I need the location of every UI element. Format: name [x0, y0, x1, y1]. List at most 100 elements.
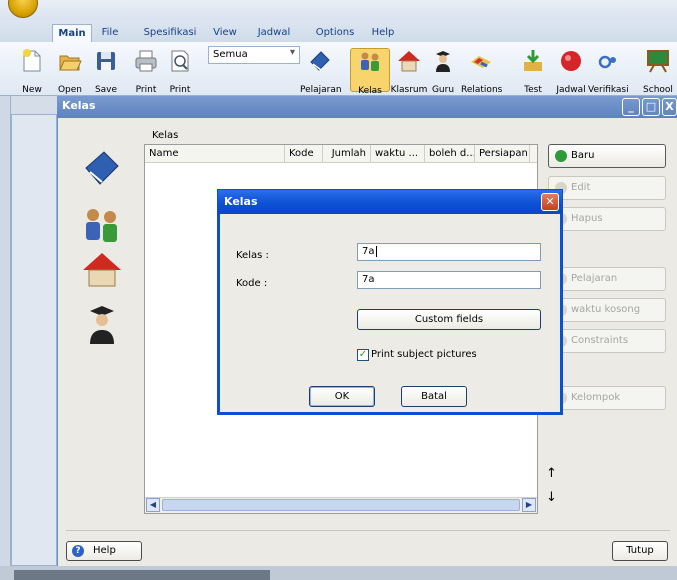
pelajaran-button[interactable]: Pelajaran — [300, 48, 342, 95]
teacher-icon[interactable] — [80, 302, 124, 346]
column-header-kode[interactable]: Kode — [285, 145, 323, 163]
kelas-input[interactable]: 7a — [357, 243, 541, 261]
open-button-label: Open — [57, 85, 83, 95]
tab-spesifikasi[interactable]: Spesifikasi — [140, 24, 200, 42]
students-icon — [361, 52, 379, 71]
baru-button[interactable]: Baru — [548, 144, 666, 168]
waktu-kosong-button[interactable]: waktu kosong — [548, 298, 666, 322]
tutup-button[interactable]: Tutup — [612, 541, 668, 561]
tab-help[interactable]: Help — [368, 24, 398, 42]
school-button-label: School — [643, 85, 673, 95]
collapsed-panel[interactable] — [11, 114, 57, 566]
chalkboard-icon — [647, 50, 669, 73]
move-up-arrow-icon[interactable]: ↑ — [546, 466, 557, 481]
verify-icon — [598, 55, 616, 69]
kelas-field-label: Kelas : — [236, 250, 269, 261]
print-pictures-checkbox[interactable]: ✓ — [357, 349, 369, 361]
kelas-input-value: 7a — [362, 246, 375, 257]
print-preview-button[interactable]: Print — [160, 48, 200, 95]
tab-jadwal[interactable]: Jadwal — [254, 24, 294, 42]
kelas-button-label: Kelas — [358, 86, 382, 96]
filter-select-value: Semua — [213, 49, 248, 60]
scroll-right-button[interactable]: ▶ — [522, 498, 536, 512]
house-icon — [398, 51, 420, 72]
kelas-window-title: Kelas — [62, 99, 96, 112]
column-header-persiapan[interactable]: Persiapan — [475, 145, 530, 163]
jadwal-button[interactable]: Jadwal — [551, 48, 591, 95]
test-download-icon — [524, 50, 542, 71]
verifikasi-button[interactable]: Verifikasi — [588, 48, 629, 95]
tab-main[interactable]: Main — [52, 24, 92, 42]
dialog-titlebar[interactable] — [218, 190, 562, 214]
tab-options[interactable]: Options — [312, 24, 358, 42]
test-button-label: Test — [524, 85, 542, 95]
print-preview-icon — [171, 50, 189, 72]
taskbar-item[interactable] — [14, 570, 270, 580]
move-down-arrow-icon[interactable]: ↓ — [546, 490, 557, 505]
batal-button[interactable]: Batal — [401, 386, 467, 407]
edit-button-label: Edit — [571, 182, 591, 193]
help-button[interactable]: ? Help — [66, 541, 142, 561]
help-icon: ? — [72, 545, 84, 557]
filter-select[interactable]: Semua ▾ — [208, 46, 300, 64]
open-button[interactable]: Open — [50, 48, 90, 95]
scroll-left-button[interactable]: ◀ — [146, 498, 160, 512]
maximize-button[interactable]: □ — [642, 98, 660, 116]
save-button[interactable]: Save — [86, 48, 126, 95]
save-button-label: Save — [94, 85, 118, 95]
tab-view[interactable]: View — [208, 24, 242, 42]
waktu-kosong-button-label: waktu kosong — [571, 304, 641, 315]
scrollbar-thumb[interactable] — [162, 499, 520, 511]
floppy-disk-icon — [97, 52, 115, 70]
left-panel-strip — [0, 96, 11, 566]
relations-icon — [471, 56, 491, 68]
ok-button[interactable]: OK — [309, 386, 375, 407]
pelajaran-side-button[interactable]: Pelajaran — [548, 267, 666, 291]
tab-file[interactable]: File — [92, 24, 128, 42]
guru-button-label: Guru — [431, 85, 455, 95]
book-icon — [310, 51, 330, 71]
constraints-button-label: Constraints — [571, 335, 629, 346]
plus-icon — [555, 150, 567, 162]
edit-button[interactable]: Edit — [548, 176, 666, 200]
house-icon[interactable] — [80, 248, 124, 292]
kode-input-value: 7a — [362, 274, 375, 285]
relations-button[interactable]: Relations — [461, 48, 503, 95]
printer-icon — [135, 50, 157, 72]
new-button[interactable]: New — [12, 48, 52, 95]
kelompok-button[interactable]: Kelompok — [548, 386, 666, 410]
kode-field-label: Kode : — [236, 278, 268, 289]
print-pictures-label[interactable]: Print subject pictures — [371, 349, 477, 360]
title-bar — [0, 0, 677, 20]
kelas-button[interactable]: Kelas — [350, 48, 390, 96]
divider — [66, 530, 670, 531]
kelas-dialog — [217, 189, 563, 415]
test-button[interactable]: Test — [513, 48, 553, 95]
close-window-button[interactable]: X — [662, 98, 677, 116]
kelas-window-titlebar[interactable] — [57, 96, 677, 118]
teacher-icon — [436, 51, 450, 72]
column-header-jumlah[interactable]: Jumlah — [323, 145, 371, 163]
pelajaran-side-button-label: Pelajaran — [571, 273, 618, 284]
column-header-boleh[interactable]: boleh d... — [425, 145, 475, 163]
hapus-button[interactable]: Hapus — [548, 207, 666, 231]
chevron-down-icon: ▾ — [289, 47, 295, 58]
record-icon — [561, 51, 581, 71]
constraints-button[interactable]: Constraints — [548, 329, 666, 353]
kode-input[interactable]: 7a — [357, 271, 541, 289]
new-button-label: New — [22, 85, 42, 95]
students-icon[interactable] — [80, 204, 124, 248]
dialog-close-button[interactable]: ✕ — [541, 193, 559, 211]
guru-button[interactable]: Guru — [423, 48, 463, 95]
baru-button-label: Baru — [571, 150, 595, 161]
column-header-name[interactable]: Name — [145, 145, 285, 163]
school-button[interactable]: School — [638, 48, 677, 95]
grid-label: Kelas — [152, 130, 179, 141]
folder-open-icon — [59, 55, 82, 71]
new-document-icon — [23, 49, 41, 72]
relations-button-label: Relations — [461, 85, 503, 95]
minimize-button[interactable]: _ — [622, 98, 640, 116]
book-icon[interactable] — [80, 146, 124, 190]
column-header-waktu[interactable]: waktu ... — [371, 145, 425, 163]
custom-fields-button[interactable]: Custom fields — [357, 309, 541, 330]
